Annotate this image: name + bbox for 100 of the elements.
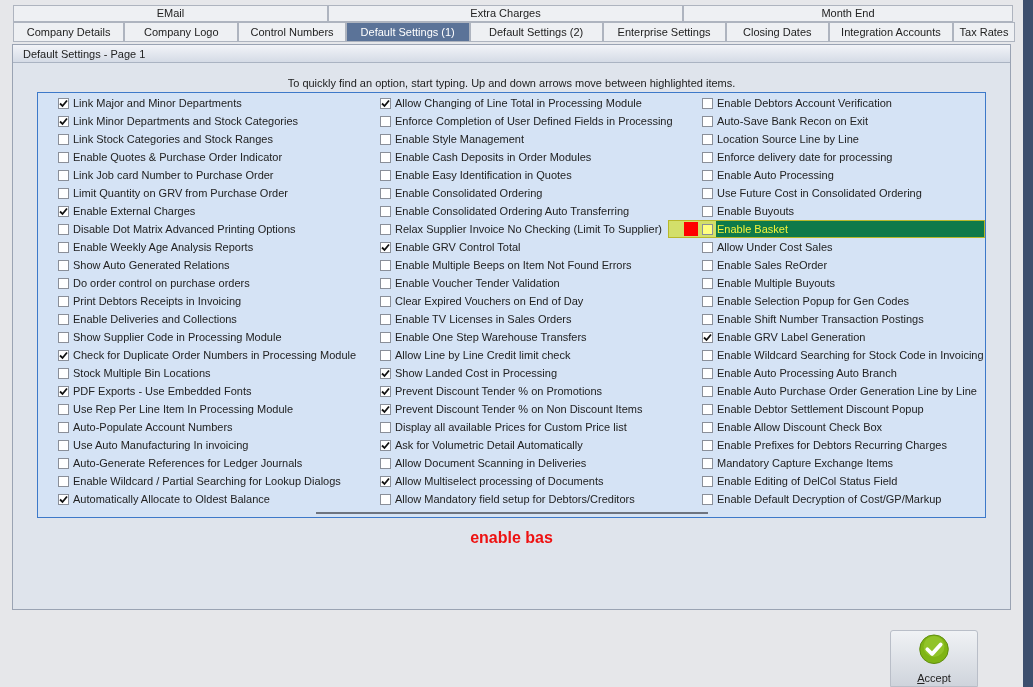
option-label: Enable Wildcard Searching for Stock Code in Invoicing xyxy=(716,348,984,363)
checkbox[interactable] xyxy=(58,439,69,451)
checkbox[interactable] xyxy=(380,349,391,361)
checkbox[interactable] xyxy=(702,421,713,433)
checkbox[interactable] xyxy=(702,457,713,469)
checkbox[interactable] xyxy=(58,385,69,397)
accept-button[interactable]: Accept xyxy=(890,630,978,687)
checkbox[interactable] xyxy=(702,97,713,109)
checkbox[interactable] xyxy=(380,187,391,199)
checkbox[interactable] xyxy=(702,169,713,181)
checkbox[interactable] xyxy=(702,205,713,217)
checkbox[interactable] xyxy=(58,97,69,109)
checkbox[interactable] xyxy=(380,133,391,145)
checkbox[interactable] xyxy=(380,259,391,271)
checkbox[interactable] xyxy=(58,169,69,181)
option-label: Prevent Discount Tender % on Non Discount Items xyxy=(394,402,643,417)
option-label: Enable Auto Processing xyxy=(716,168,834,183)
checkbox[interactable] xyxy=(702,349,713,361)
option-label: Enable Deliveries and Collections xyxy=(72,312,237,327)
tab[interactable]: Company Details xyxy=(13,22,125,42)
checkbox[interactable] xyxy=(702,295,713,307)
tab[interactable]: Company Logo xyxy=(124,22,239,42)
checkbox[interactable] xyxy=(58,313,69,325)
checkbox[interactable] xyxy=(702,259,713,271)
checkbox[interactable] xyxy=(702,313,713,325)
option-label: Enable TV Licenses in Sales Orders xyxy=(394,312,572,327)
tab[interactable]: EMail xyxy=(13,5,328,22)
checkbox[interactable] xyxy=(702,331,713,343)
checkbox[interactable] xyxy=(380,97,391,109)
checkbox[interactable] xyxy=(702,385,713,397)
checkbox[interactable] xyxy=(58,205,69,217)
checkbox[interactable] xyxy=(380,421,391,433)
checkbox[interactable] xyxy=(380,439,391,451)
checkbox[interactable] xyxy=(380,169,391,181)
checkbox[interactable] xyxy=(58,349,69,361)
checkbox[interactable] xyxy=(380,475,391,487)
checkbox[interactable] xyxy=(380,295,391,307)
checkbox[interactable] xyxy=(380,241,391,253)
checkbox[interactable] xyxy=(380,277,391,289)
tab[interactable]: Extra Charges xyxy=(328,5,683,22)
option-label: Link Minor Departments and Stock Categories xyxy=(72,114,298,129)
option-label: Mandatory Capture Exchange Items xyxy=(716,456,894,471)
checkbox[interactable] xyxy=(380,403,391,415)
checkbox[interactable] xyxy=(702,475,713,487)
checkbox[interactable] xyxy=(58,187,69,199)
checkbox[interactable] xyxy=(702,223,713,235)
checkbox[interactable] xyxy=(702,133,713,145)
tab[interactable]: Tax Rates xyxy=(952,22,1015,42)
checkbox[interactable] xyxy=(58,277,69,289)
checkbox[interactable] xyxy=(58,475,69,487)
checkbox[interactable] xyxy=(380,367,391,379)
checkbox[interactable] xyxy=(58,115,69,127)
option-label: Do order control on purchase orders xyxy=(72,276,250,291)
checkbox[interactable] xyxy=(58,403,69,415)
checkbox[interactable] xyxy=(702,277,713,289)
option-label: Enable GRV Label Generation xyxy=(716,330,866,345)
option-label: Limit Quantity on GRV from Purchase Order xyxy=(72,186,288,201)
tab[interactable]: Control Numbers xyxy=(238,22,346,42)
option-label: Enable Cash Deposits in Order Modules xyxy=(394,150,592,165)
tab[interactable]: Closing Dates xyxy=(725,22,829,42)
checkbox[interactable] xyxy=(58,223,69,235)
tab[interactable]: Integration Accounts xyxy=(828,22,953,42)
checkbox[interactable] xyxy=(58,331,69,343)
checkbox[interactable] xyxy=(702,403,713,415)
checkbox[interactable] xyxy=(380,313,391,325)
checkbox[interactable] xyxy=(58,421,69,433)
option-label: Auto-Generate References for Ledger Journals xyxy=(72,456,303,471)
checkbox[interactable] xyxy=(380,457,391,469)
checkbox[interactable] xyxy=(702,439,713,451)
checkbox[interactable] xyxy=(702,151,713,163)
tab[interactable]: Default Settings (2) xyxy=(469,22,603,42)
checkbox[interactable] xyxy=(380,223,391,235)
panel-title: Default Settings - Page 1 xyxy=(13,45,1010,63)
checkbox[interactable] xyxy=(58,133,69,145)
option-label: Show Supplier Code in Processing Module xyxy=(72,330,282,345)
checkbox[interactable] xyxy=(58,151,69,163)
option-label: Enable Easy Identification in Quotes xyxy=(394,168,572,183)
checkbox[interactable] xyxy=(702,493,713,505)
tab[interactable]: Month End xyxy=(683,5,1013,22)
checkbox[interactable] xyxy=(702,187,713,199)
checkbox[interactable] xyxy=(58,259,69,271)
checkbox[interactable] xyxy=(702,115,713,127)
tab[interactable]: Default Settings (1) xyxy=(345,22,470,42)
checkbox[interactable] xyxy=(380,115,391,127)
checkbox[interactable] xyxy=(380,151,391,163)
checkbox[interactable] xyxy=(58,367,69,379)
tab[interactable]: Enterprise Settings xyxy=(602,22,726,42)
checkbox[interactable] xyxy=(702,241,713,253)
option-label: Enforce Completion of User Defined Fields in Processing xyxy=(394,114,673,129)
checkbox[interactable] xyxy=(380,493,391,505)
checkbox[interactable] xyxy=(380,331,391,343)
checkbox[interactable] xyxy=(58,295,69,307)
option-label: Allow Multiselect processing of Documents xyxy=(394,474,604,489)
option-label: Enable Debtors Account Verification xyxy=(716,96,892,111)
checkbox[interactable] xyxy=(58,457,69,469)
checkbox[interactable] xyxy=(380,385,391,397)
checkbox[interactable] xyxy=(58,493,69,505)
checkbox[interactable] xyxy=(380,205,391,217)
checkbox[interactable] xyxy=(702,367,713,379)
checkbox[interactable] xyxy=(58,241,69,253)
